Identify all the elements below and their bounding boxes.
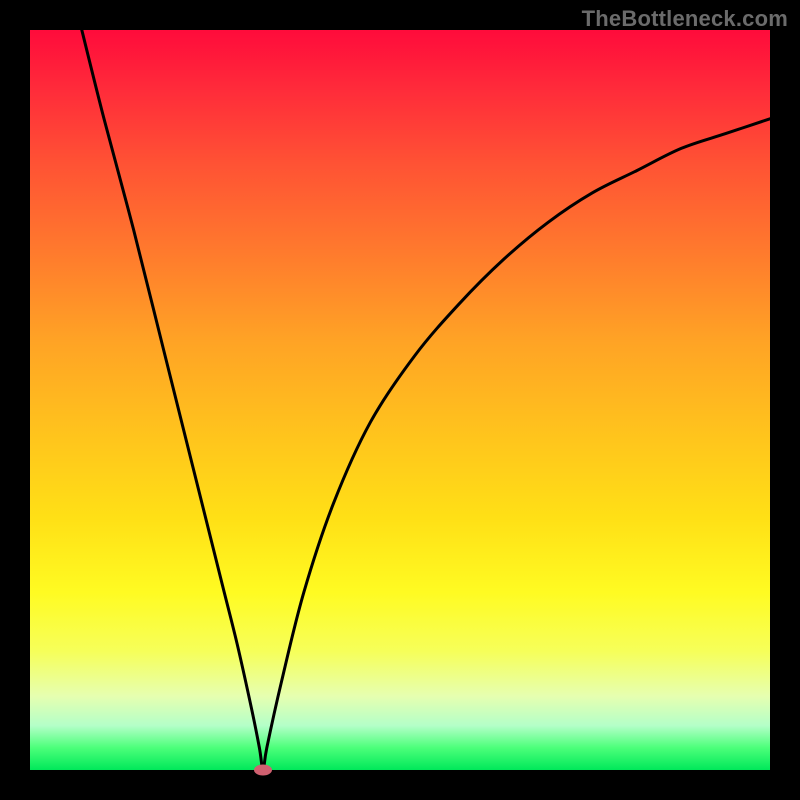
plot-area (30, 30, 770, 770)
bottleneck-curve (82, 30, 770, 770)
chart-frame: TheBottleneck.com (0, 0, 800, 800)
min-marker (254, 765, 272, 776)
curve-layer (30, 30, 770, 770)
attribution-text: TheBottleneck.com (582, 6, 788, 32)
